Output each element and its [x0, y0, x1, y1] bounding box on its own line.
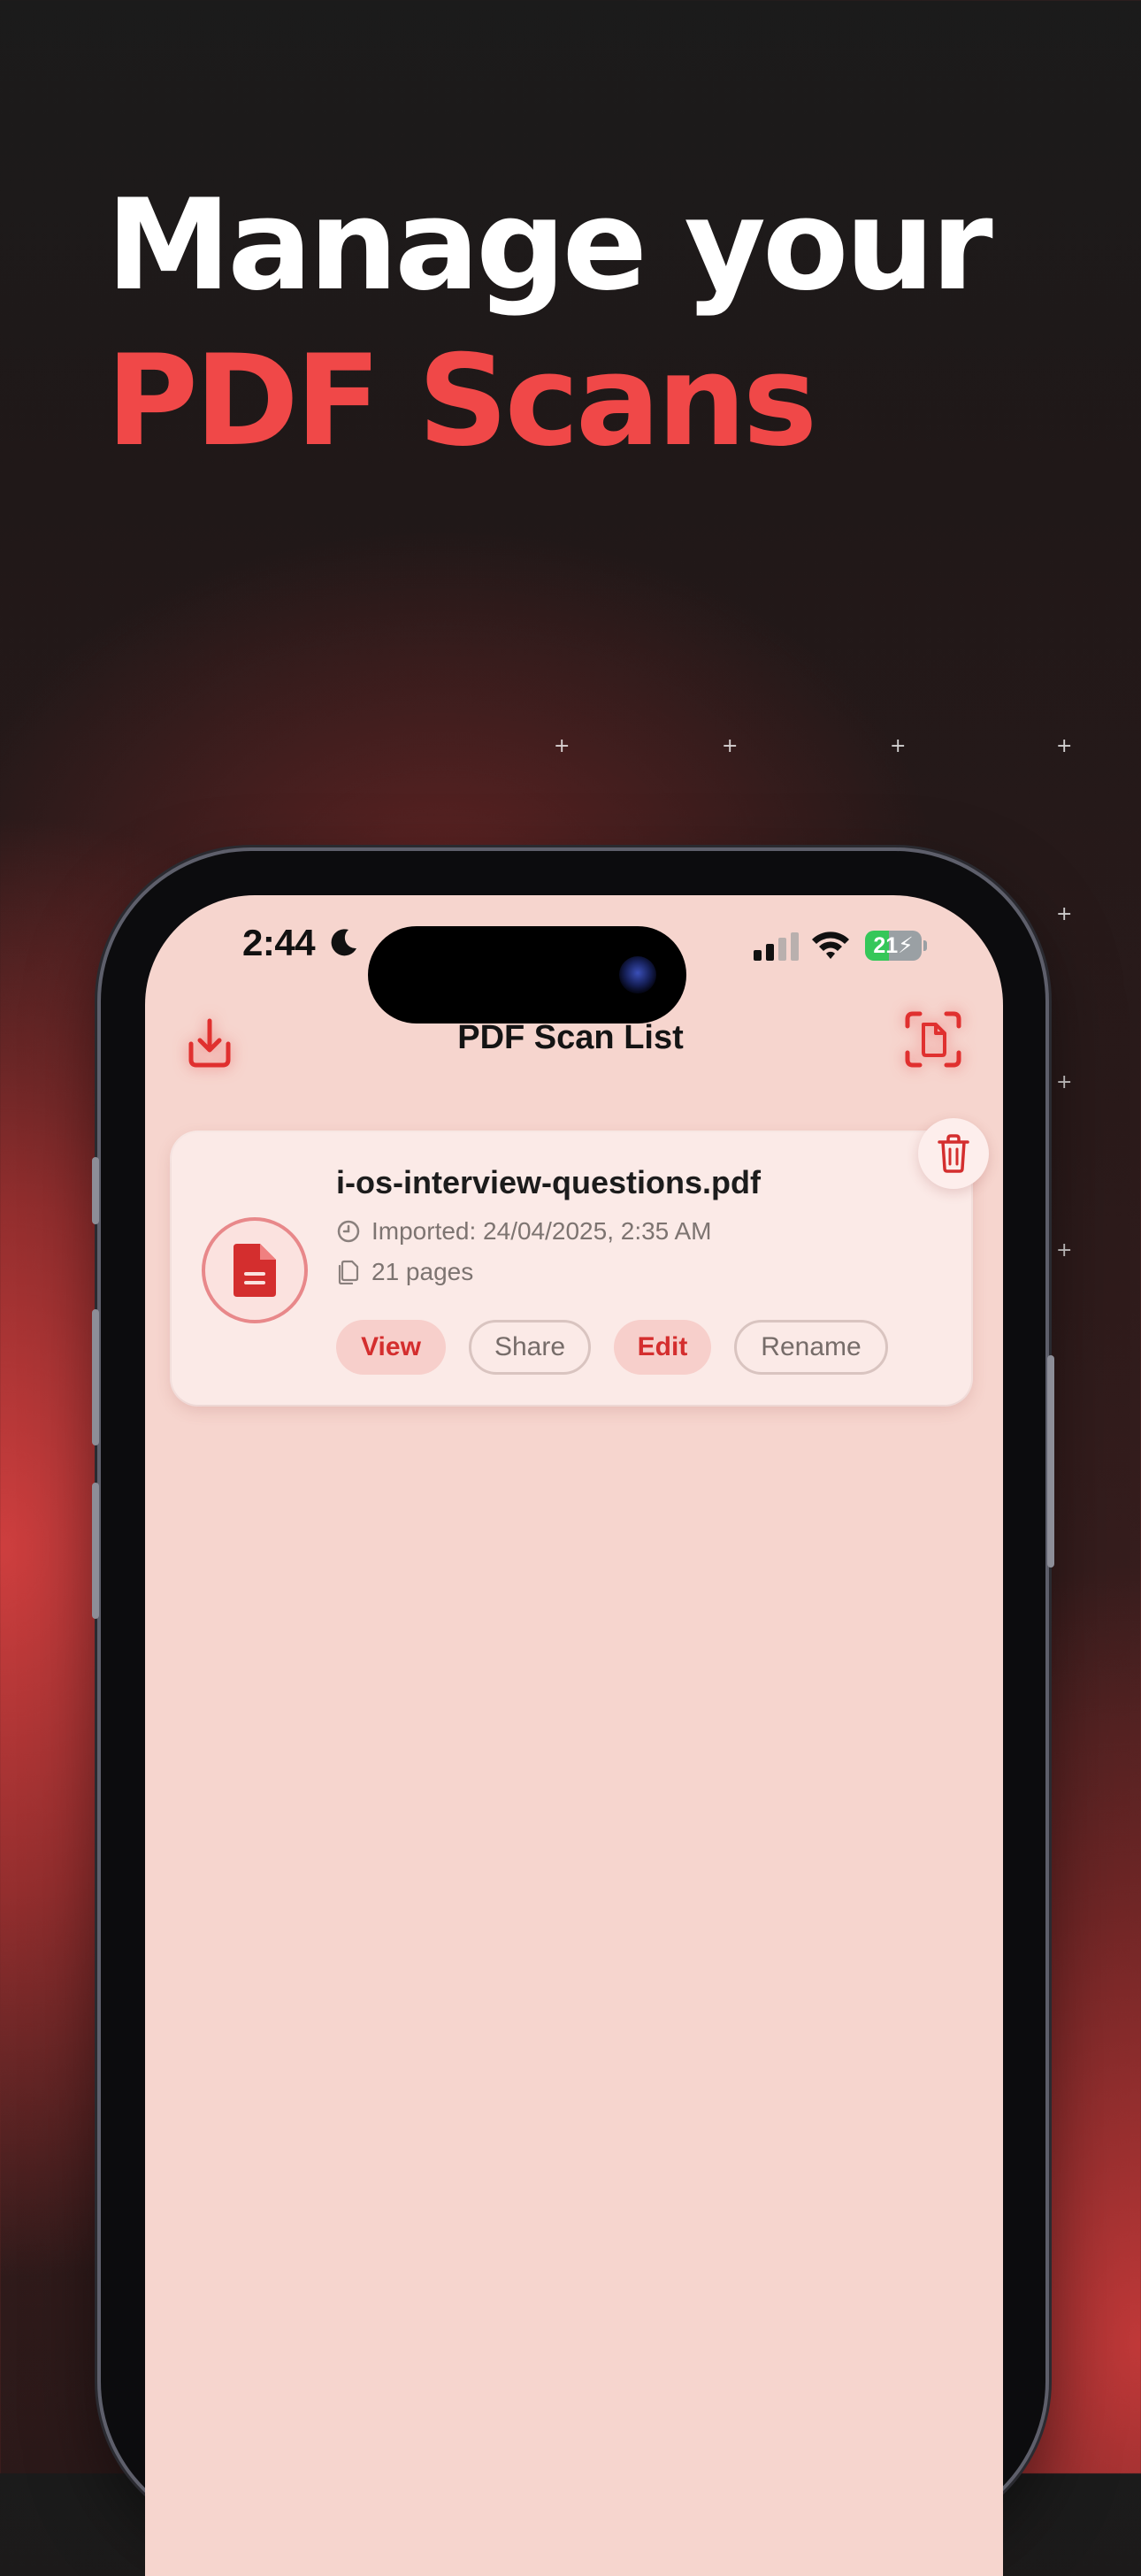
clock-icon: [337, 1220, 360, 1243]
wifi-icon: [812, 932, 849, 959]
sparkle-icon: +: [1056, 1239, 1073, 1261]
phone-volume-down-button: [92, 1483, 99, 1619]
headline-line-2: PDF Scans: [106, 328, 817, 474]
pages-row: 21 pages: [336, 1258, 473, 1286]
file-avatar: [202, 1217, 308, 1323]
page-count: 21 pages: [371, 1258, 474, 1285]
imported-date: Imported: 24/04/2025, 2:35 AM: [371, 1217, 712, 1245]
sparkle-icon: +: [1056, 735, 1073, 757]
dynamic-island: [368, 926, 686, 1024]
sparkle-icon: +: [554, 735, 570, 757]
trash-icon: [938, 1134, 969, 1173]
pages-icon: [338, 1260, 359, 1284]
phone-volume-up-button: [92, 1309, 99, 1445]
headline: Manage your PDF Scans: [106, 168, 993, 479]
phone-frame: [92, 851, 1054, 2576]
file-name: i-os-interview-questions.pdf: [336, 1164, 762, 1200]
imported-row: Imported: 24/04/2025, 2:35 AM: [336, 1217, 711, 1246]
delete-button[interactable]: [918, 1118, 989, 1189]
pdf-file-icon: [234, 1244, 276, 1297]
scan-document-button[interactable]: [902, 1008, 964, 1070]
edit-button[interactable]: Edit: [614, 1320, 711, 1375]
share-button[interactable]: Share: [469, 1320, 591, 1375]
sparkle-icon: +: [722, 735, 739, 757]
cellular-signal-icon: [754, 932, 799, 961]
battery-charging-icon: 21⚡: [865, 931, 927, 961]
rename-button[interactable]: Rename: [734, 1320, 888, 1375]
moon-icon: [331, 929, 356, 956]
nav-title: PDF Scan List: [457, 1019, 684, 1056]
front-camera-icon: [619, 956, 656, 993]
file-card[interactable]: i-os-interview-questions.pdf Imported: 2…: [172, 1132, 971, 1405]
status-time: 2:44: [242, 922, 316, 963]
sparkle-icon: +: [890, 735, 907, 757]
sparkle-icon: +: [1056, 903, 1073, 925]
battery-level: 21⚡: [865, 931, 922, 961]
phone-action-button: [92, 1157, 99, 1224]
battery-percent: 21: [873, 933, 899, 958]
headline-line-1: Manage your: [106, 172, 993, 318]
document-scan-icon: [905, 1011, 961, 1068]
sparkle-icon: +: [1056, 1071, 1073, 1093]
phone-power-button: [1047, 1355, 1054, 1568]
view-button[interactable]: View: [336, 1320, 446, 1375]
